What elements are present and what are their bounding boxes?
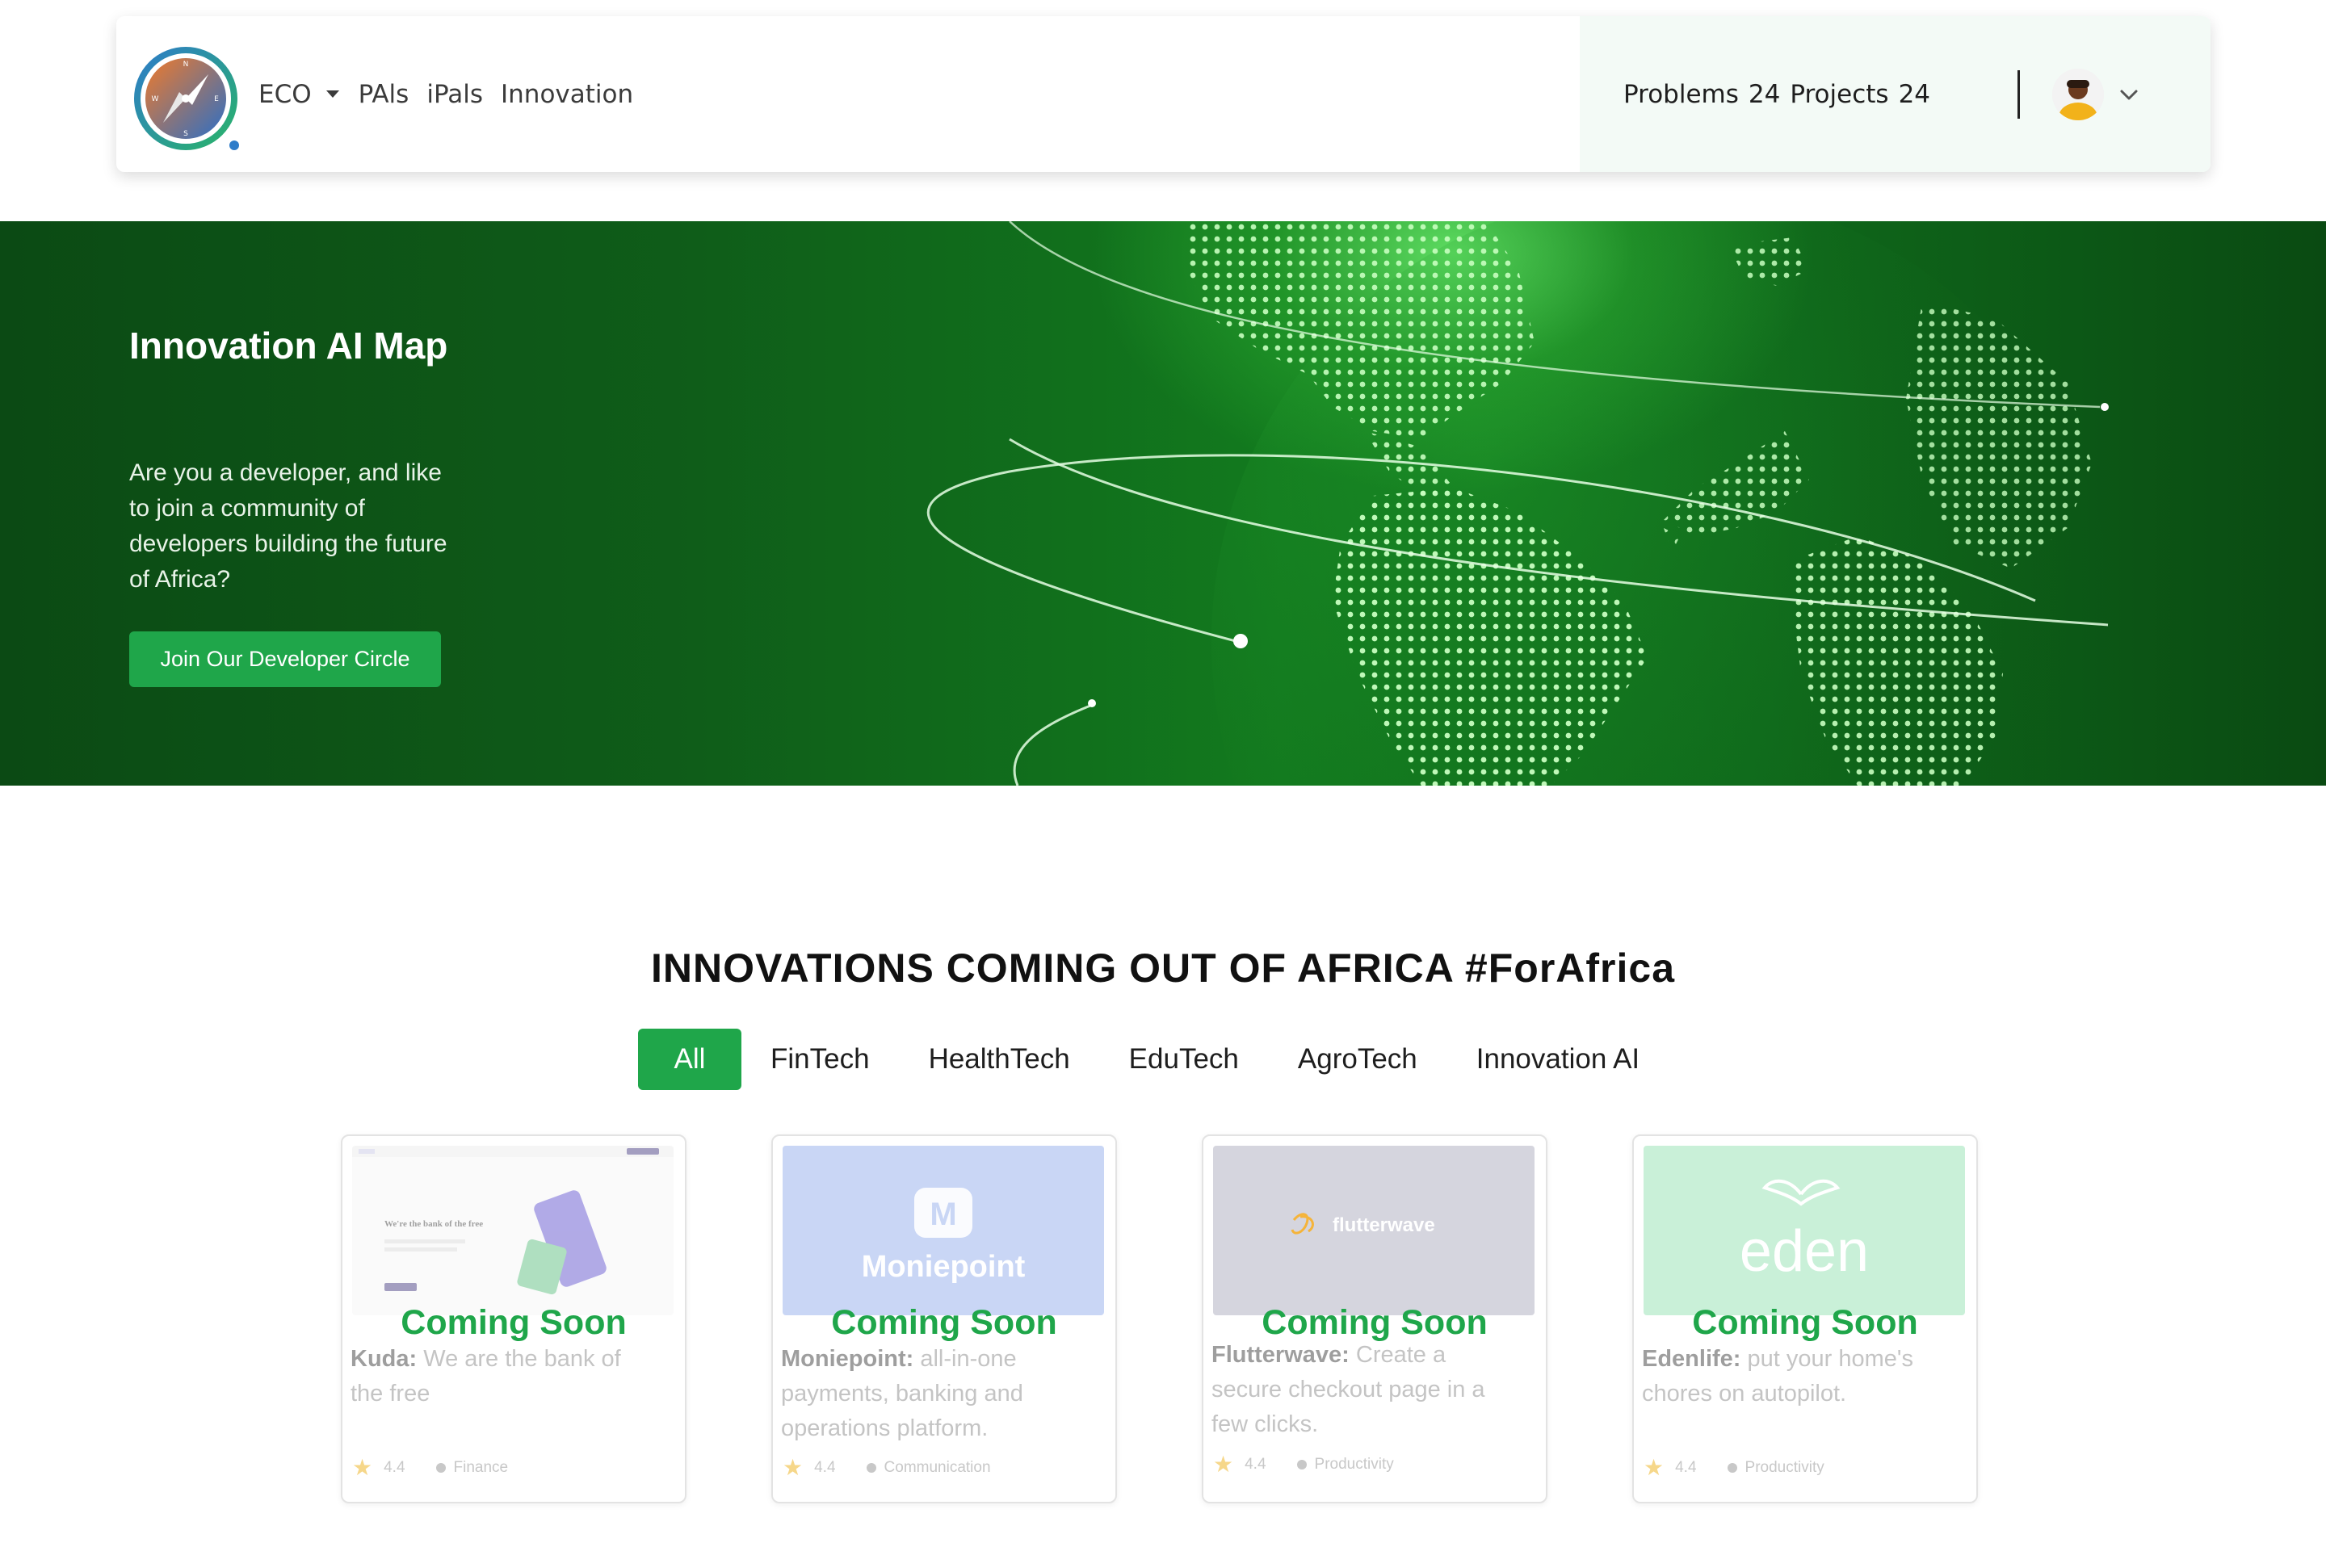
card-meta: ★ 4.4 Communication xyxy=(783,1454,991,1481)
eden-logo-text: eden xyxy=(1740,1219,1869,1284)
card-image-flutterwave: flutterwave xyxy=(1213,1146,1535,1315)
innovation-card-kuda[interactable]: We're the bank of the free Coming Soon K… xyxy=(341,1134,686,1503)
hero-description: Are you a developer, and like to join a … xyxy=(129,459,447,593)
divider xyxy=(2017,70,2020,119)
card-category: Productivity xyxy=(1314,1455,1394,1473)
svg-text:M: M xyxy=(930,1197,956,1232)
svg-text:E: E xyxy=(214,95,219,103)
tab-innovation-ai[interactable]: Innovation AI xyxy=(1476,1043,1640,1075)
bullet-icon xyxy=(1727,1462,1737,1473)
join-developer-circle-button[interactable]: Join Our Developer Circle xyxy=(129,631,441,687)
nav-link-pals[interactable]: PAls xyxy=(359,80,409,109)
card-description: Kuda: We are the bank of the free xyxy=(351,1342,641,1411)
card-title: Moniepoint: xyxy=(781,1346,914,1372)
card-image-kuda: We're the bank of the free xyxy=(352,1146,674,1315)
projects-label: Projects xyxy=(1790,79,1889,109)
svg-text:S: S xyxy=(183,130,188,138)
card-rating: 4.4 xyxy=(1245,1455,1266,1473)
card-title: Edenlife: xyxy=(1642,1346,1741,1372)
top-navbar: N E S W ECO PAls iPals Innovation Proble… xyxy=(116,16,2211,172)
section-title: INNOVATIONS COMING OUT OF AFRICA #ForAfr… xyxy=(650,945,1676,991)
bullet-icon xyxy=(1296,1459,1307,1469)
innovation-card-eden[interactable]: eden Coming Soon Edenlife: put your home… xyxy=(1632,1134,1978,1503)
card-title: Flutterwave: xyxy=(1211,1342,1350,1368)
orbit-line xyxy=(1013,704,1091,786)
card-rating: 4.4 xyxy=(1675,1458,1697,1476)
tab-all[interactable]: All xyxy=(638,1029,741,1090)
innovation-card-moniepoint[interactable]: M Moniepoint Coming Soon Moniepoint: all… xyxy=(771,1134,1117,1503)
card-meta: ★ 4.4 Productivity xyxy=(1213,1451,1394,1478)
category-tabs: All FinTech HealthTech EduTech AgroTech … xyxy=(638,1029,1640,1090)
card-image-eden: eden xyxy=(1644,1146,1965,1315)
tab-edutech[interactable]: EduTech xyxy=(1129,1043,1239,1075)
card-image-moniepoint: M Moniepoint xyxy=(783,1146,1104,1315)
nav-link-ipals[interactable]: iPals xyxy=(426,80,483,109)
star-icon: ★ xyxy=(1213,1452,1234,1477)
nav-link-eco[interactable]: ECO xyxy=(258,80,341,109)
hero-title: Innovation AI Map xyxy=(129,325,448,367)
compass-logo-icon[interactable]: N E S W xyxy=(128,40,249,161)
card-category: Finance xyxy=(453,1458,509,1476)
innovation-card-flutterwave[interactable]: flutterwave Coming Soon Flutterwave: Cre… xyxy=(1202,1134,1547,1503)
projects-count: 24 xyxy=(1898,79,1931,109)
svg-text:N: N xyxy=(183,61,189,69)
card-meta: ★ 4.4 Productivity xyxy=(1644,1454,1824,1481)
tab-healthtech[interactable]: HealthTech xyxy=(929,1043,1070,1075)
flutterwave-logo-text: flutterwave xyxy=(1333,1214,1435,1236)
moniepoint-logo-text: Moniepoint xyxy=(862,1250,1026,1284)
coming-soon-label: Coming Soon xyxy=(1262,1303,1488,1342)
card-description: Flutterwave: Create a secure checkout pa… xyxy=(1211,1338,1502,1442)
counts: Problems 24 Projects 24 xyxy=(1623,16,1930,172)
nav-links: ECO PAls iPals Innovation xyxy=(258,16,651,172)
tab-agrotech[interactable]: AgroTech xyxy=(1298,1043,1417,1075)
chevron-down-icon[interactable] xyxy=(2118,84,2139,105)
star-icon: ★ xyxy=(783,1455,804,1480)
card-category: Productivity xyxy=(1744,1458,1824,1476)
card-category: Communication xyxy=(884,1458,991,1476)
problems-label: Problems xyxy=(1623,79,1739,109)
coming-soon-label: Coming Soon xyxy=(1692,1303,1918,1342)
card-rating: 4.4 xyxy=(814,1458,836,1476)
user-avatar[interactable] xyxy=(2052,69,2104,120)
problems-count: 24 xyxy=(1748,79,1781,109)
card-title: Kuda: xyxy=(351,1346,418,1372)
card-meta: ★ 4.4 Finance xyxy=(352,1454,508,1481)
nav-user-panel: Problems 24 Projects 24 xyxy=(1580,16,2211,172)
card-description: Edenlife: put your home's chores on auto… xyxy=(1642,1342,1933,1411)
nav-link-innovation[interactable]: Innovation xyxy=(501,80,633,109)
svg-text:W: W xyxy=(152,95,159,103)
star-icon: ★ xyxy=(1644,1455,1665,1480)
caret-down-icon xyxy=(325,90,339,98)
star-icon: ★ xyxy=(352,1455,373,1480)
nav-link-eco-label: ECO xyxy=(258,79,312,109)
card-rating: 4.4 xyxy=(384,1458,405,1476)
kuda-hero-text: We're the bank of the free xyxy=(384,1219,483,1229)
bullet-icon xyxy=(435,1462,446,1473)
card-description: Moniepoint: all-in-one payments, banking… xyxy=(781,1342,1072,1446)
tab-fintech[interactable]: FinTech xyxy=(770,1043,870,1075)
hero-banner: Innovation AI Map Are you a developer, a… xyxy=(0,221,2326,786)
coming-soon-label: Coming Soon xyxy=(401,1303,627,1342)
coming-soon-label: Coming Soon xyxy=(831,1303,1057,1342)
bullet-icon xyxy=(866,1462,876,1473)
